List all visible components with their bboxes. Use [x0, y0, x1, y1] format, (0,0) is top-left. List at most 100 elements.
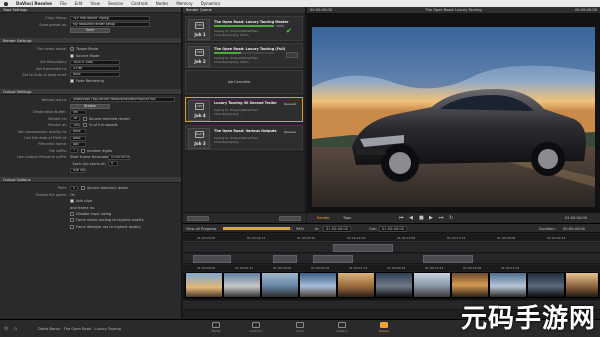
render-to-input[interactable]: 16: [70, 116, 80, 122]
rewind-icon[interactable]: ◀: [409, 215, 413, 221]
copy-setup-select[interactable]: YCP 996 Round Triping: [70, 15, 150, 21]
page-deliver[interactable]: Deliver: [374, 322, 394, 336]
tab-render[interactable]: Render: [317, 216, 330, 220]
stop-icon[interactable]: ■: [419, 215, 424, 221]
in-tc[interactable]: 01:00:00:00: [323, 226, 351, 232]
clip-thumbnail[interactable]: [489, 272, 527, 298]
clip-thumbnail[interactable]: [337, 272, 375, 298]
job-number: Job 4: [194, 113, 206, 118]
fade-rendering-checkbox[interactable]: [70, 79, 74, 84]
viewer-image[interactable]: [312, 27, 595, 207]
timeline-ruler[interactable]: 01:00:00:00 01:00:04:17 01:00:09:10 01:0…: [183, 234, 600, 242]
add-clips-radio[interactable]: [70, 199, 74, 204]
data-level-select[interactable]: Auto: [70, 72, 120, 78]
source-mode-radio[interactable]: [70, 53, 74, 58]
clip[interactable]: [423, 255, 473, 263]
use-source-select[interactable]: Use Source: [70, 167, 86, 173]
menu-edit[interactable]: Edit: [75, 1, 83, 6]
target-mode-radio[interactable]: [70, 47, 74, 52]
force-resize-checkbox[interactable]: [70, 218, 74, 223]
destination-select[interactable]: Fat: [70, 109, 86, 115]
video-track-1[interactable]: [183, 272, 600, 300]
clip[interactable]: [313, 255, 353, 263]
clip-thumbnail[interactable]: [565, 272, 599, 298]
section-output-options[interactable]: Output Options: [0, 177, 181, 184]
render-at-checkbox[interactable]: [83, 123, 87, 128]
clip-thumbnail[interactable]: [413, 272, 451, 298]
render-job-input[interactable]: /Macintosh HD/DaVinci Resolve/Render/Pro…: [70, 97, 175, 103]
save-button[interactable]: Save: [70, 28, 110, 34]
menu-controls[interactable]: Controls: [131, 1, 148, 6]
out-tc[interactable]: 01:00:00:00: [379, 226, 407, 232]
force-debayer-checkbox[interactable]: [70, 224, 74, 229]
digits-checkbox[interactable]: [81, 148, 85, 153]
menu-session[interactable]: Session: [108, 1, 123, 6]
filename-input[interactable]: Abc: [70, 141, 86, 147]
clip-thumbnail[interactable]: [299, 272, 337, 298]
render-to-checkbox[interactable]: [83, 116, 87, 121]
menubar-app-name[interactable]: DaVinci Resolve: [16, 1, 52, 6]
video-track-3[interactable]: [183, 243, 600, 253]
clip-thumbnail[interactable]: [185, 272, 223, 298]
play-icon[interactable]: ▶: [429, 215, 433, 221]
home-icon[interactable]: ⌂: [14, 326, 17, 332]
render-at-input[interactable]: 100: [70, 122, 80, 128]
compression-select[interactable]: Auto: [70, 129, 86, 135]
menu-dynamics[interactable]: Dynamics: [201, 1, 221, 6]
job-3[interactable]: Batch Job 3 The Open Road: Various Output…: [185, 125, 303, 150]
disable-sizing-checkbox[interactable]: [70, 211, 74, 216]
job-canceled-row[interactable]: Job Canceled: [185, 70, 303, 94]
enable-paths-value[interactable]: On: [70, 193, 75, 197]
job-cancel-button[interactable]: [286, 52, 298, 58]
video-track-2[interactable]: [183, 254, 600, 264]
loop-icon[interactable]: ↻: [449, 215, 453, 221]
clip-thumbnail[interactable]: [527, 272, 565, 298]
framerate-select[interactable]: 23.98: [70, 66, 120, 72]
clip-thumbnail[interactable]: [261, 272, 299, 298]
section-tape-settings[interactable]: Tape Settings: [0, 7, 181, 13]
skip-forward-icon[interactable]: ⏭: [439, 215, 444, 221]
page-color[interactable]: Color: [290, 322, 310, 336]
section-output-settings[interactable]: Output Settings: [0, 88, 181, 95]
start-render-button[interactable]: [279, 216, 301, 221]
start-frame-input[interactable]: 01:00:00:00: [108, 154, 130, 160]
transport-tc: 01:00:00:00: [565, 216, 587, 220]
page-gallery[interactable]: Gallery: [332, 322, 352, 336]
page-media[interactable]: Media: [206, 322, 226, 336]
job-4[interactable]: DPX Job 4 Luxury Touring 30 Second Traile…: [185, 97, 303, 122]
quality-select[interactable]: Auto: [70, 135, 86, 141]
ruler-tc: 01:00:04:17: [247, 236, 266, 240]
ruler-tc: 01:00:14:03: [347, 236, 366, 240]
tab-tape[interactable]: Tape: [343, 216, 351, 220]
job-time-remaining: Time Remaining: --: [214, 140, 243, 144]
save-as-input[interactable]: My Favourite render setup: [70, 22, 150, 28]
page-conform[interactable]: Conform: [246, 322, 266, 336]
page-label: Media: [211, 329, 221, 333]
clip-thumbnail[interactable]: [451, 272, 489, 298]
job-progress-bar: [214, 25, 274, 27]
menu-view[interactable]: View: [90, 1, 100, 6]
custom-suffix-label: Use custom filename suffix:: [16, 155, 67, 160]
menu-memory[interactable]: Memory: [176, 1, 192, 6]
resolution-select[interactable]: 1920 x 1080: [70, 59, 120, 65]
each-clip-input[interactable]: 0: [108, 161, 118, 167]
source-mode-label: Source Mode: [76, 53, 100, 58]
digits-input[interactable]: 7: [70, 148, 78, 154]
job-1[interactable]: DPX Job 1 The Open Road: Luxury Touring M…: [185, 16, 303, 41]
clip[interactable]: [273, 255, 297, 263]
clip-thumbnail[interactable]: [375, 272, 413, 298]
add-job-button[interactable]: [187, 216, 209, 221]
clip-thumbnail[interactable]: [223, 272, 261, 298]
section-render-settings[interactable]: Render Settings: [0, 38, 181, 45]
clip[interactable]: [193, 255, 231, 263]
menu-file[interactable]: File: [60, 1, 67, 6]
skip-back-icon[interactable]: ⏮: [399, 215, 404, 221]
menu-nodes[interactable]: Nodes: [156, 1, 169, 6]
clip[interactable]: [333, 244, 393, 252]
settings-icon[interactable]: ⚙: [4, 326, 8, 332]
browse-button[interactable]: Browse: [70, 103, 110, 109]
apple-icon[interactable]: [4, 1, 8, 6]
path-checkbox[interactable]: [81, 186, 85, 191]
job-2[interactable]: DPX Job 2 The Open Road: Luxury Touring (…: [185, 43, 303, 68]
path-input[interactable]: 0: [70, 185, 78, 191]
